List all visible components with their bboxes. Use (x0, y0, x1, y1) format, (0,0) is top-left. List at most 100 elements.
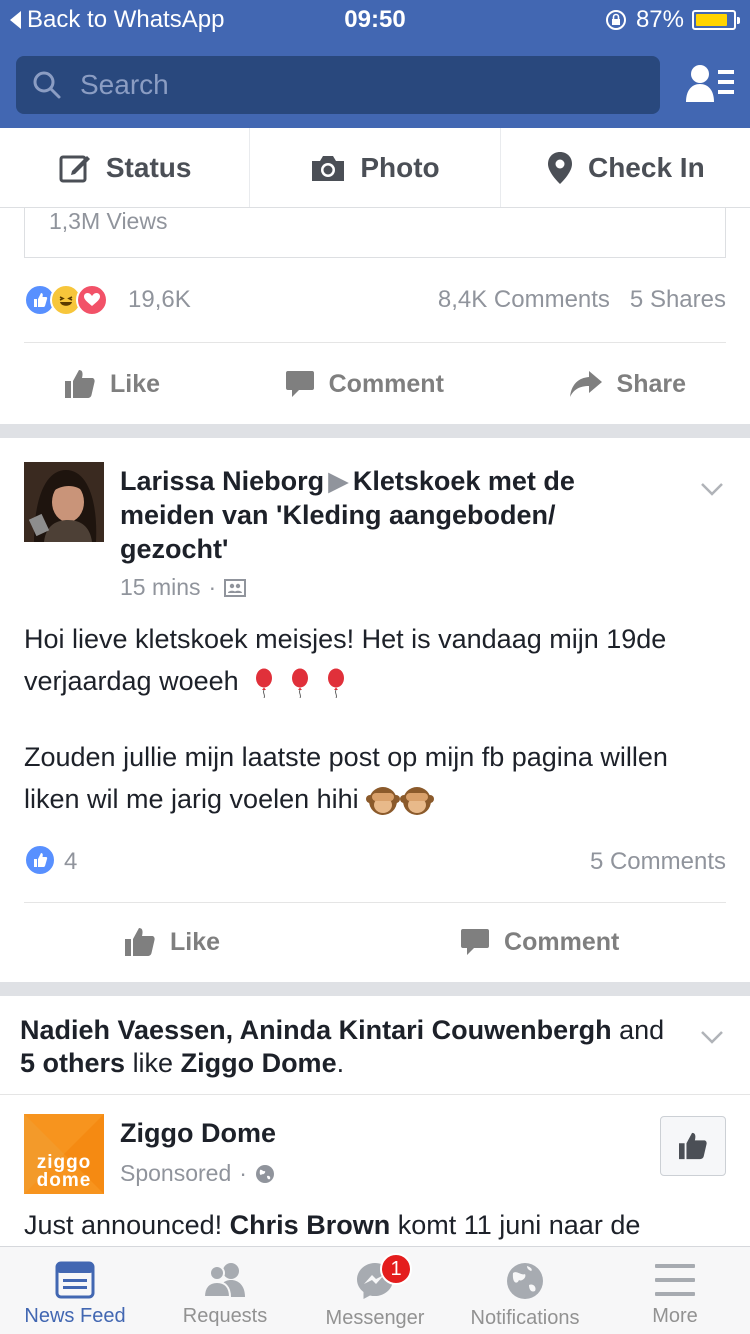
social-context: Nadieh Vaessen, Aninda Kintari Couwenber… (20, 1014, 680, 1080)
post-card-group: Larissa Nieborg ▶ Kletskoek met de meiden … (0, 438, 750, 982)
see-no-evil-monkey-icon (400, 786, 435, 815)
composer-bar: Status Photo Check In (0, 128, 750, 208)
sponsored-label: Sponsored · (120, 1160, 275, 1187)
tab-news-feed[interactable]: News Feed (0, 1247, 150, 1334)
comment-label: Comment (504, 927, 620, 956)
notification-badge: 1 (380, 1253, 412, 1285)
ad-text: Just announced! Chris Brown komt 11 juni… (24, 1210, 640, 1241)
search-placeholder: Search (80, 69, 169, 100)
reaction-count: 19,6K (128, 286, 191, 313)
battery-icon (692, 10, 740, 30)
comment-icon (285, 371, 314, 397)
tab-notifications[interactable]: Notifications (450, 1247, 600, 1334)
status-label: Status (105, 151, 192, 183)
edit-icon (59, 155, 90, 182)
see-no-evil-monkey-icon (366, 786, 401, 815)
post-card-video: 1,3M Views 19,6K 8,4K Comments 5 Shares … (0, 208, 750, 424)
post-timestamp[interactable]: 15 mins (120, 574, 201, 601)
like-text: like (132, 1048, 174, 1078)
location-pin-icon (547, 151, 572, 184)
photo-button[interactable]: Photo (250, 128, 501, 207)
news-feed-icon (55, 1261, 95, 1299)
thumbs-up-icon (679, 1132, 707, 1160)
sponsored-text: Sponsored (120, 1160, 232, 1186)
thumbs-up-icon (125, 928, 155, 956)
chevron-down-icon[interactable] (700, 482, 724, 496)
post-actions: Like Comment (0, 902, 750, 982)
like-label: Like (170, 927, 221, 956)
author-name[interactable]: Larissa Nieborg (120, 466, 324, 496)
reactions-summary[interactable]: 4 5 Comments (24, 842, 726, 878)
divider (24, 342, 726, 343)
like-label: Like (110, 369, 161, 398)
avatar[interactable] (24, 462, 104, 542)
post-paragraph: Hoi lieve kletskoek meisjes! Het is vand… (24, 618, 726, 702)
balloon-icon (328, 668, 345, 698)
meta-dot: · (239, 1160, 247, 1186)
battery-percentage: 87% (635, 6, 684, 33)
meta-dot: · (208, 574, 217, 600)
friends-icon (202, 1263, 245, 1298)
friend-names[interactable]: Nadieh Vaessen, Aninda Kintari Couwenber… (20, 1015, 612, 1045)
tab-messenger[interactable]: 1 Messenger (300, 1247, 450, 1334)
page-link[interactable]: Ziggo Dome (181, 1048, 337, 1078)
search-input[interactable]: Search (16, 56, 660, 114)
arrow-right-icon: ▶ (328, 466, 349, 496)
post-actions: Like Comment Share (0, 344, 750, 424)
tab-label: News Feed (24, 1305, 126, 1327)
tab-requests[interactable]: Requests (150, 1247, 300, 1334)
thumbs-up-icon (65, 370, 95, 398)
comments-shares-count[interactable]: 8,4K Comments 5 Shares (438, 286, 726, 314)
ad-text-bold[interactable]: Chris Brown (230, 1210, 391, 1240)
others-link[interactable]: 5 others (20, 1048, 125, 1078)
post-text-2: Zouden jullie mijn laatste post op mijn … (24, 742, 668, 814)
group-privacy-icon (224, 578, 247, 597)
comment-button[interactable]: Comment (285, 344, 444, 424)
like-page-button[interactable] (660, 1116, 726, 1176)
chevron-down-icon[interactable] (700, 1030, 724, 1044)
tab-more[interactable]: More (600, 1247, 750, 1334)
page-logo[interactable]: ziggo dome (24, 1114, 104, 1194)
share-button[interactable]: Share (569, 344, 686, 424)
video-preview[interactable]: 1,3M Views (24, 208, 726, 258)
tab-label: More (652, 1305, 698, 1327)
post-meta: 15 mins · (120, 574, 247, 601)
reaction-icons (24, 284, 108, 316)
post-paragraph: Zouden jullie mijn laatste post op mijn … (24, 736, 726, 820)
ad-text-2: komt 11 juni naar de (397, 1210, 641, 1240)
status-bar: Back to WhatsApp 09:50 87% (0, 0, 750, 40)
status-button[interactable]: Status (0, 128, 251, 207)
globe-icon (255, 1164, 274, 1183)
check-in-button[interactable]: Check In (501, 128, 750, 207)
like-reaction-icon (24, 844, 56, 876)
balloon-icon (256, 668, 273, 698)
post-author-line: Larissa Nieborg ▶ Kletskoek met de meiden … (120, 464, 660, 566)
comment-button[interactable]: Comment (460, 902, 619, 982)
logo-text-2: dome (36, 1170, 92, 1191)
love-reaction-icon (76, 284, 108, 316)
post-body: Hoi lieve kletskoek meisjes! Het is vand… (24, 618, 726, 820)
tab-label: Messenger (325, 1307, 425, 1329)
contacts-icon[interactable] (684, 62, 736, 108)
divider (0, 1094, 750, 1095)
search-icon (33, 71, 61, 99)
comment-count[interactable]: 5 Comments (590, 848, 726, 876)
bottom-tab-bar: News Feed Requests 1 Messenger Notificat… (0, 1246, 750, 1334)
menu-icon (655, 1264, 695, 1296)
top-navigation-bar: Back to WhatsApp 09:50 87% Search (0, 0, 750, 128)
page-name[interactable]: Ziggo Dome (120, 1118, 276, 1149)
check-in-label: Check In (587, 151, 705, 183)
view-count: 1,3M Views (49, 208, 168, 234)
rotation-lock-icon (605, 10, 626, 30)
ad-text-1: Just announced! (24, 1210, 223, 1240)
tab-label: Requests (182, 1305, 268, 1327)
share-label: Share (616, 369, 686, 398)
like-button[interactable]: Like (124, 902, 220, 982)
like-button[interactable]: Like (64, 344, 160, 424)
globe-icon (507, 1263, 543, 1299)
comment-icon (461, 929, 490, 955)
post-card-sponsored: Nadieh Vaessen, Aninda Kintari Couwenber… (0, 996, 750, 1256)
like-count: 4 (64, 848, 78, 875)
share-arrow-icon (569, 371, 602, 397)
reactions-summary[interactable]: 19,6K 8,4K Comments 5 Shares (24, 284, 726, 320)
